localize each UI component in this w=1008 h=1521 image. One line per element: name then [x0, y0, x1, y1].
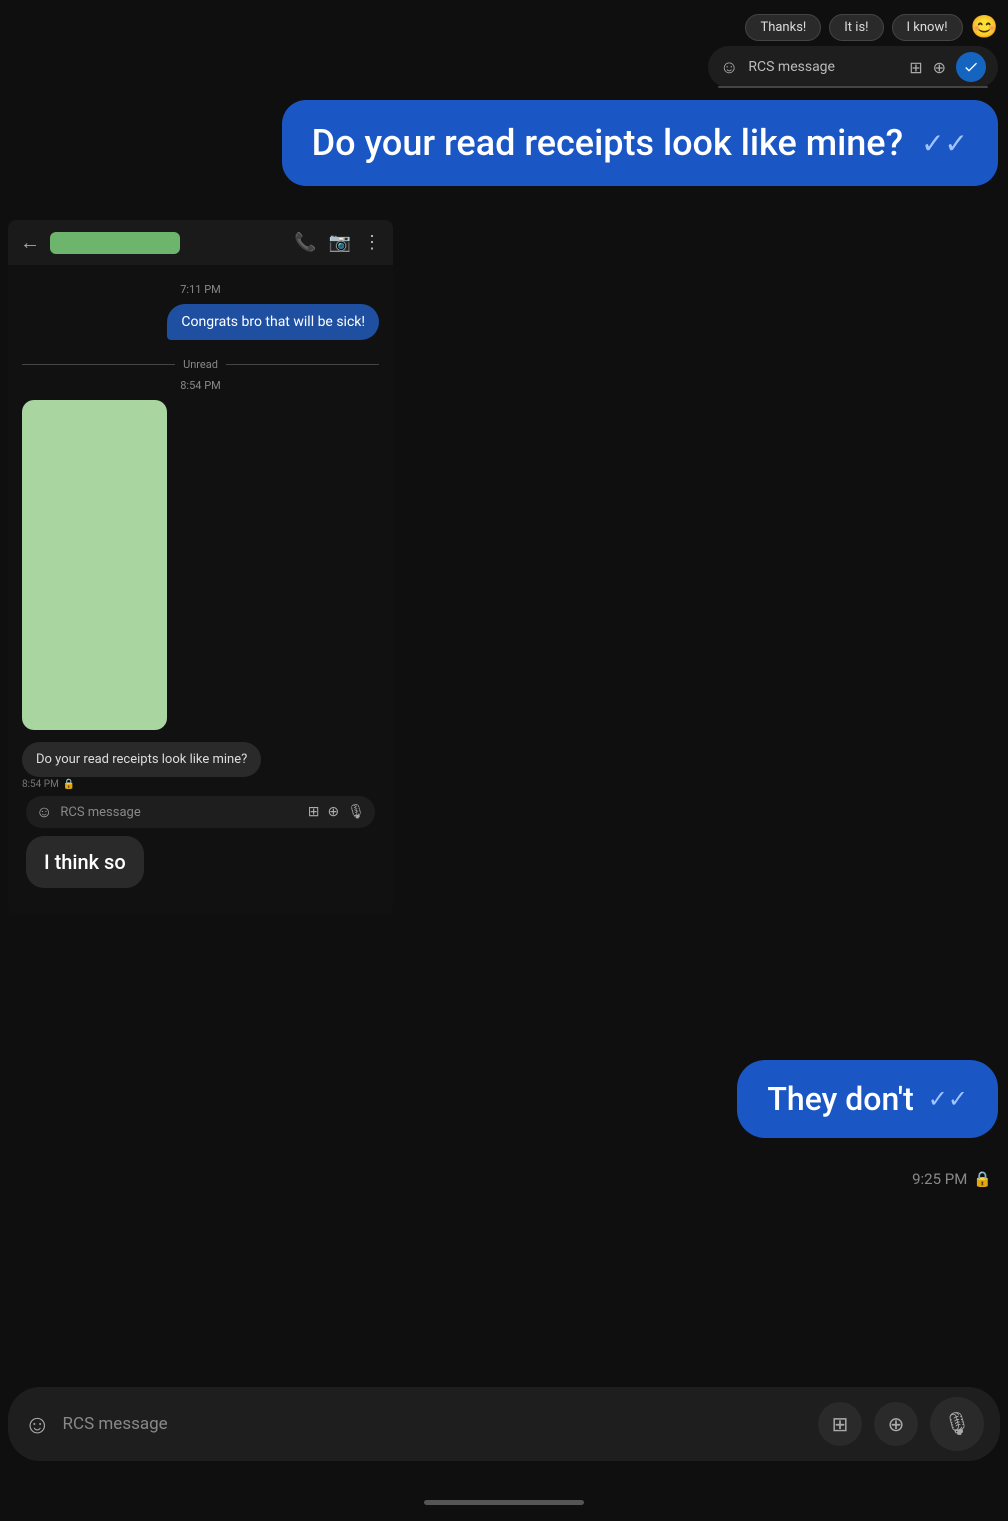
top-emoji-icon[interactable]: ☺ — [720, 57, 738, 78]
unread-line-left — [22, 364, 175, 365]
main-outgoing-bubble: Do your read receipts look like mine? ✓✓ — [282, 100, 998, 186]
image-attachment — [22, 400, 167, 730]
back-button[interactable]: ← — [20, 230, 40, 255]
rcs-gallery-icon[interactable]: ⊞ — [308, 804, 320, 820]
sent-time: 9:25 PM 🔒 — [912, 1170, 992, 1188]
phone-call-icon[interactable]: 📞 — [294, 232, 316, 253]
sent-time-text: 9:25 PM — [912, 1170, 967, 1188]
rcs-add-icon[interactable]: ⊕ — [327, 804, 339, 820]
topbar-icons: 📞 📷 ⋮ — [294, 232, 381, 253]
timestamp-2: 8:54 PM — [22, 379, 379, 392]
rcs-placeholder-phone[interactable]: RCS message — [60, 805, 299, 820]
think-so-bubble-inner: I think so — [26, 836, 144, 888]
bottom-add-button[interactable]: ⊕ — [874, 1402, 918, 1446]
unread-line-right — [226, 364, 379, 365]
phone-ui: ← 📞 📷 ⋮ 7:11 PM Congrats bro that will b… — [8, 220, 393, 914]
top-send-button[interactable] — [956, 52, 986, 82]
bottom-emoji-icon[interactable]: ☺ — [24, 1409, 51, 1440]
contact-name-placeholder — [50, 232, 180, 254]
rcs-input-bar-phone[interactable]: ☺ RCS message ⊞ ⊕ 🎙 — [26, 796, 375, 828]
they-dont-bubble: They don't ✓✓ — [737, 1060, 998, 1138]
bottom-input-bar[interactable]: ☺ RCS message ⊞ ⊕ 🎙 — [8, 1387, 1000, 1461]
home-bar — [424, 1500, 584, 1505]
chat-body: 7:11 PM Congrats bro that will be sick! … — [8, 265, 393, 902]
main-bubble-check-icon: ✓✓ — [921, 127, 968, 160]
suggestion-thanks[interactable]: Thanks! — [745, 14, 821, 41]
bubble-meta-time: 8:54 PM 🔒 — [22, 779, 379, 790]
they-dont-check-icon: ✓✓ — [928, 1085, 968, 1113]
lock-icon-small: 🔒 — [63, 779, 75, 790]
bottom-placeholder[interactable]: RCS message — [63, 1414, 806, 1434]
question-bubble-phone: Do your read receipts look like mine? — [22, 742, 261, 777]
timestamp-1: 7:11 PM — [22, 283, 379, 296]
video-call-icon[interactable]: 📷 — [329, 232, 351, 253]
top-rcs-input-bar: ☺ RCS message ⊞ ⊕ — [708, 46, 998, 88]
congrats-bubble: Congrats bro that will be sick! — [167, 304, 379, 340]
more-options-icon[interactable]: ⋮ — [363, 232, 381, 253]
suggestion-itis[interactable]: It is! — [829, 14, 883, 41]
top-input-placeholder[interactable]: RCS message — [748, 59, 899, 75]
suggestion-iknow[interactable]: I know! — [892, 14, 963, 41]
bottom-mic-button[interactable]: 🎙 — [930, 1397, 984, 1451]
they-dont-text: They don't — [767, 1080, 913, 1118]
emoji-suggestion[interactable]: 😊 — [971, 15, 998, 40]
unread-divider: Unread — [22, 358, 379, 371]
top-gallery-icon[interactable]: ⊞ — [909, 58, 922, 77]
rcs-mic-icon[interactable]: 🎙 — [347, 804, 365, 820]
unread-label: Unread — [183, 358, 218, 371]
main-bubble-text: Do your read receipts look like mine? — [312, 122, 903, 164]
phone-topbar: ← 📞 📷 ⋮ — [8, 220, 393, 265]
top-add-icon[interactable]: ⊕ — [933, 58, 946, 77]
they-dont-section: They don't ✓✓ — [737, 1060, 998, 1138]
top-divider — [718, 86, 988, 88]
suggestion-bar: Thanks! It is! I know! 😊 — [745, 14, 998, 41]
rcs-emoji-icon[interactable]: ☺ — [36, 802, 52, 822]
sent-lock-icon: 🔒 — [973, 1170, 992, 1188]
bottom-gallery-button[interactable]: ⊞ — [818, 1402, 862, 1446]
